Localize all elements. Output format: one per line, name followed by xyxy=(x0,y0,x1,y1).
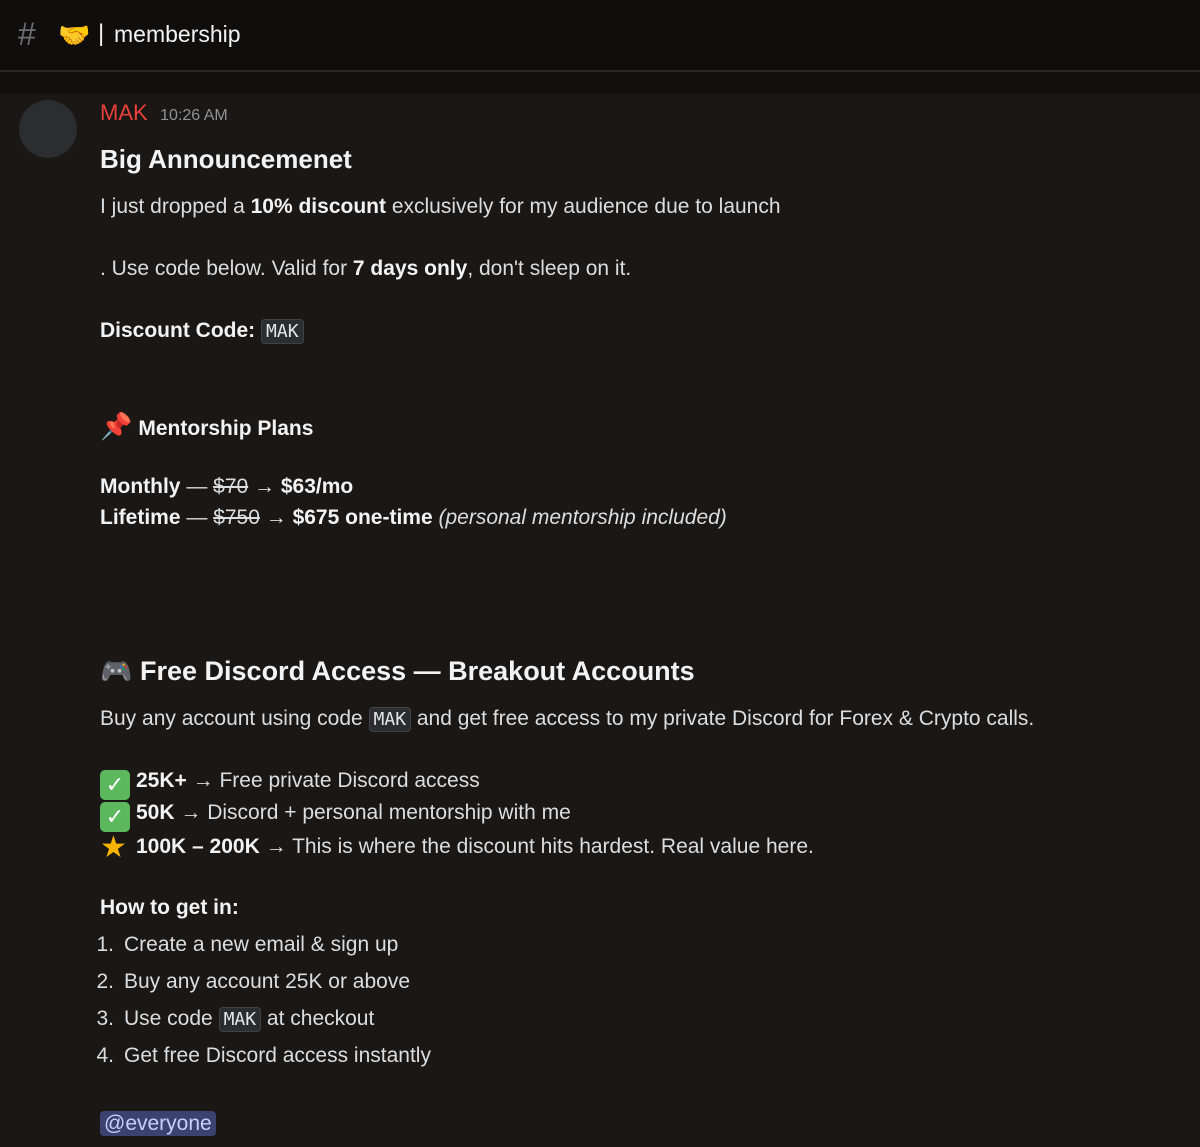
header-divider xyxy=(0,72,1200,94)
channel-header: # 🤝 | membership xyxy=(0,0,1200,72)
howto-heading-text: How to get in: xyxy=(100,896,239,919)
tier-text: Free private Discord access xyxy=(219,769,480,792)
list-number: 4. xyxy=(96,1044,114,1067)
desc-code: MAK xyxy=(368,707,412,732)
free-access-heading-text: Free Discord Access — Breakout Accounts xyxy=(140,656,695,686)
author-name[interactable]: MAK xyxy=(100,100,148,125)
tier-text: Discord + personal mentorship with me xyxy=(207,801,571,824)
plans-heading: 📌 Mentorship Plans xyxy=(100,411,313,442)
pushpin-icon: 📌 xyxy=(100,411,133,441)
list-number: 2. xyxy=(96,970,114,993)
mention-line: @everyone xyxy=(100,1111,216,1136)
check-mark-icon: ✓ xyxy=(100,770,130,800)
lifetime-note: (personal mentorship included) xyxy=(432,506,727,529)
step-code: MAK xyxy=(218,1007,262,1032)
free-access-desc: Buy any account using code MAK and get f… xyxy=(100,707,1035,732)
avatar[interactable] xyxy=(19,100,77,158)
intro-pre: I just dropped a xyxy=(100,195,251,218)
list-text: Get free Discord access instantly xyxy=(124,1044,431,1067)
step-post: at checkout xyxy=(261,1007,375,1030)
list-text: Use code MAK at checkout xyxy=(124,1007,375,1032)
monthly-old-price: $70 xyxy=(213,475,249,498)
step-pre: Use code xyxy=(124,1007,219,1030)
tier-amount: 25K+ xyxy=(136,769,187,792)
lifetime-arrow: → xyxy=(259,506,293,529)
list-item: 2. Buy any account 25K or above xyxy=(96,970,700,998)
list-text: Buy any account 25K or above xyxy=(124,970,411,993)
tier-amount: 100K – 200K xyxy=(136,835,260,858)
tier-arrow: → xyxy=(174,801,208,824)
monthly-name: Monthly xyxy=(100,475,181,498)
list-item: 4. Get free Discord access instantly xyxy=(96,1044,700,1072)
valid-pre: . Use code below. Valid for xyxy=(100,257,353,280)
discount-code: MAK xyxy=(261,319,304,344)
lifetime-name: Lifetime xyxy=(100,506,181,529)
plans-heading-text: Mentorship Plans xyxy=(138,417,314,440)
lifetime-new-price: $675 one-time xyxy=(292,506,433,529)
desc-post: and get free access to my private Discor… xyxy=(411,707,1035,730)
intro-bold: 10% discount xyxy=(250,195,386,218)
plan-lifetime: Lifetime — $750 → $675 one-time (persona… xyxy=(100,506,727,530)
list-item: 1. Create a new email & sign up xyxy=(96,933,700,961)
channel-separator: | xyxy=(98,20,105,47)
list-item: 3. Use code MAK at checkout xyxy=(96,1007,700,1035)
valid-text: . Use code below. Valid for 7 days only,… xyxy=(100,257,631,281)
handshake-emoji-icon: 🤝 xyxy=(58,20,91,50)
plan-monthly: Monthly — $70 → $63/mo xyxy=(100,475,353,499)
lifetime-old-price: $750 xyxy=(213,506,260,529)
discount-label: Discount Code: xyxy=(100,319,256,342)
tier-arrow: → xyxy=(186,769,220,792)
timestamp[interactable]: 10:26 AM xyxy=(160,107,228,124)
tier-text: This is where the discount hits hardest.… xyxy=(292,835,814,858)
tier-arrow: → xyxy=(259,835,293,858)
lifetime-dash: — xyxy=(180,506,214,529)
tier-row: ✓ 50K → Discord + personal mentorship wit… xyxy=(100,801,571,832)
message-header: MAK 10:26 AM xyxy=(100,100,228,126)
everyone-mention[interactable]: @everyone xyxy=(100,1111,216,1136)
list-number: 3. xyxy=(96,1007,114,1030)
tier-amount: 50K xyxy=(136,801,175,824)
game-controller-icon: 🎮 xyxy=(100,656,133,686)
channel-name[interactable]: membership xyxy=(114,23,241,46)
tier-row: ✓ 25K+ → Free private Discord access xyxy=(100,769,480,800)
hash-icon: # xyxy=(18,16,36,52)
list-number: 1. xyxy=(96,933,114,956)
monthly-dash: — xyxy=(180,475,214,498)
intro-post: exclusively for my audience due to launc… xyxy=(385,195,781,218)
star-icon: ★ xyxy=(100,831,127,864)
monthly-new-price: $63/mo xyxy=(280,475,354,498)
free-access-heading: 🎮 Free Discord Access — Breakout Accounts xyxy=(100,656,695,687)
tier-row: ★ 100K – 200K → This is where the discoun… xyxy=(100,833,814,863)
monthly-arrow: → xyxy=(248,475,281,498)
intro-text: I just dropped a 10% discount exclusivel… xyxy=(100,195,781,219)
valid-post: , don't sleep on it. xyxy=(467,257,632,280)
valid-bold: 7 days only xyxy=(352,257,468,280)
list-text: Create a new email & sign up xyxy=(124,933,399,956)
discount-line: Discount Code: MAK xyxy=(100,319,304,344)
check-mark-icon: ✓ xyxy=(100,802,130,832)
howto-heading: How to get in: xyxy=(100,896,239,920)
announcement-title: Big Announcemenet xyxy=(100,144,352,174)
desc-pre: Buy any account using code xyxy=(100,707,369,730)
